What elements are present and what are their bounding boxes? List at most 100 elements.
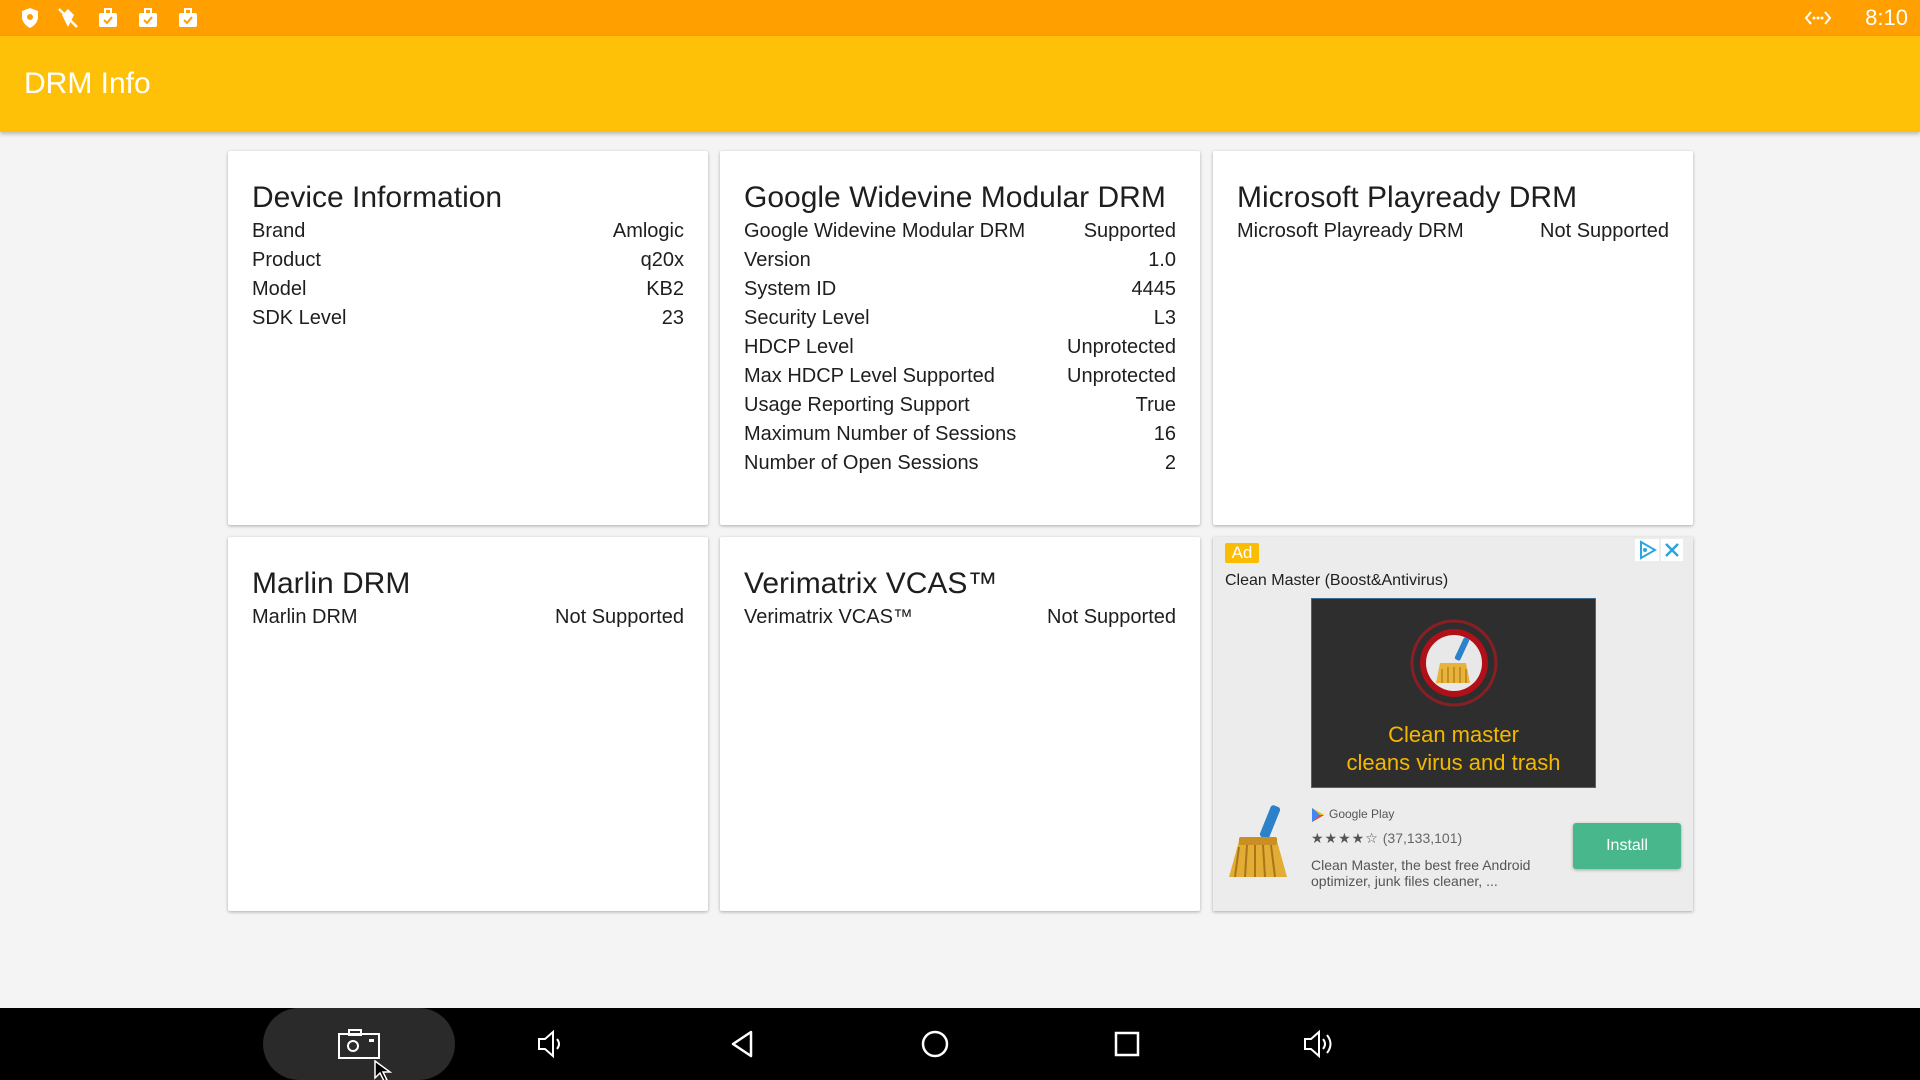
- info-row: Number of Open Sessions 2: [744, 449, 1176, 478]
- card-title: Marlin DRM: [252, 567, 411, 600]
- star-rating: ★★★★☆: [1311, 830, 1379, 846]
- row-value: Unprotected: [1067, 365, 1176, 387]
- row-label: Product: [252, 249, 321, 271]
- clean-master-logo-icon: [1410, 619, 1498, 707]
- briefcase-check-icon: [139, 8, 157, 27]
- row-value: Not Supported: [555, 606, 684, 628]
- broom-app-icon[interactable]: [1225, 803, 1293, 881]
- row-label: Version: [744, 249, 811, 271]
- info-row: Version 1.0: [744, 246, 1176, 275]
- ad-description: Clean Master, the best free Android opti…: [1311, 857, 1531, 889]
- row-value: Amlogic: [612, 220, 684, 242]
- row-label: Maximum Number of Sessions: [744, 423, 1017, 445]
- recents-button[interactable]: [1077, 1008, 1177, 1080]
- card-title: Google Widevine Modular DRM: [744, 181, 1166, 214]
- marlin-card: Marlin DRM Marlin DRM Not Supported: [228, 537, 708, 911]
- status-bar: 8:10: [0, 0, 1920, 36]
- mouse-cursor-icon: [374, 1060, 393, 1080]
- shield-icon: [22, 8, 38, 28]
- install-button[interactable]: Install: [1573, 823, 1681, 869]
- row-label: Marlin DRM: [252, 606, 358, 628]
- home-icon: [921, 1030, 949, 1058]
- device-info-card: Device Information Brand Amlogic Product q…: [228, 151, 708, 525]
- row-value: Unprotected: [1067, 336, 1176, 358]
- info-row: Model KB2: [252, 275, 684, 304]
- adchoices-icon[interactable]: [1635, 539, 1659, 561]
- card-title: Verimatrix VCAS™: [744, 567, 998, 600]
- row-label: Number of Open Sessions: [744, 452, 979, 474]
- row-value: q20x: [640, 249, 684, 271]
- row-value: 2: [1164, 452, 1176, 474]
- info-row: Microsoft Playready DRM Not Supported: [1237, 217, 1669, 246]
- playready-card: Microsoft Playready DRM Microsoft Playre…: [1213, 151, 1693, 525]
- info-row: Verimatrix VCAS™ Not Supported: [744, 603, 1176, 632]
- row-label: Max HDCP Level Supported: [744, 365, 995, 387]
- volume-down-button[interactable]: [501, 1008, 601, 1080]
- ad-banner-text: Clean master cleans virus and trash: [1312, 721, 1595, 777]
- no-location-icon: [58, 8, 78, 28]
- navigation-bar: [0, 1008, 1920, 1080]
- row-value: 16: [1153, 423, 1176, 445]
- rating-count: (37,133,101): [1382, 830, 1463, 846]
- ad-badge: Ad: [1225, 543, 1259, 563]
- row-label: System ID: [744, 278, 837, 300]
- row-value: Not Supported: [1540, 220, 1669, 242]
- row-label: Usage Reporting Support: [744, 394, 970, 416]
- row-label: Brand: [252, 220, 306, 242]
- volume-up-icon: [1304, 1029, 1332, 1059]
- home-button[interactable]: [885, 1008, 985, 1080]
- info-row: Marlin DRM Not Supported: [252, 603, 684, 632]
- info-row: Google Widevine Modular DRM Supported: [744, 217, 1176, 246]
- info-row: SDK Level 23: [252, 304, 684, 333]
- google-play-label: Google Play: [1311, 805, 1394, 823]
- info-row: HDCP Level Unprotected: [744, 333, 1176, 362]
- row-label: Google Widevine Modular DRM: [744, 220, 1026, 242]
- widevine-card: Google Widevine Modular DRM Google Widev…: [720, 151, 1200, 525]
- row-value: KB2: [646, 278, 684, 300]
- info-row: Maximum Number of Sessions 16: [744, 420, 1176, 449]
- row-value: L3: [1153, 307, 1176, 329]
- info-row: System ID 4445: [744, 275, 1176, 304]
- volume-down-icon: [538, 1029, 560, 1059]
- close-icon[interactable]: [1661, 539, 1683, 561]
- google-play-icon: [1312, 807, 1324, 822]
- ad-banner-line1: Clean master: [1388, 722, 1519, 747]
- ad-banner[interactable]: Clean master cleans virus and trash: [1311, 598, 1596, 788]
- briefcase-check-icon: [99, 8, 117, 27]
- row-value: True: [1135, 394, 1176, 416]
- back-button[interactable]: [693, 1008, 793, 1080]
- app-bar: DRM Info: [0, 36, 1920, 132]
- row-label: Microsoft Playready DRM: [1237, 220, 1464, 242]
- briefcase-check-icon: [179, 8, 197, 27]
- info-row: Max HDCP Level Supported Unprotected: [744, 362, 1176, 391]
- row-label: Security Level: [744, 307, 870, 329]
- store-name: Google Play: [1329, 807, 1395, 821]
- status-time: 8:10: [1865, 5, 1908, 30]
- recents-icon: [1114, 1031, 1140, 1057]
- back-icon: [731, 1030, 753, 1058]
- verimatrix-card: Verimatrix VCAS™ Verimatrix VCAS™ Not Sup…: [720, 537, 1200, 911]
- ethernet-icon: [1804, 11, 1832, 25]
- ad-card[interactable]: Ad Clean Master (Boost&Antivirus) Clean …: [1213, 537, 1693, 911]
- row-label: Verimatrix VCAS™: [744, 606, 913, 628]
- row-value: 4445: [1131, 278, 1177, 300]
- ad-rating: ★★★★☆ (37,133,101): [1311, 829, 1462, 847]
- row-label: HDCP Level: [744, 336, 854, 358]
- info-row: Usage Reporting Support True: [744, 391, 1176, 420]
- row-value: Supported: [1083, 220, 1176, 242]
- app-title: DRM Info: [24, 67, 151, 100]
- row-label: SDK Level: [252, 307, 347, 329]
- card-title: Microsoft Playready DRM: [1237, 181, 1578, 214]
- row-label: Model: [252, 278, 307, 300]
- info-row: Product q20x: [252, 246, 684, 275]
- volume-up-button[interactable]: [1269, 1008, 1369, 1080]
- info-row: Brand Amlogic: [252, 217, 684, 246]
- row-value: 1.0: [1148, 249, 1176, 271]
- screenshot-icon: [338, 1029, 380, 1059]
- card-title: Device Information: [252, 181, 503, 214]
- info-row: Security Level L3: [744, 304, 1176, 333]
- row-value: Not Supported: [1047, 606, 1176, 628]
- row-value: 23: [661, 307, 684, 329]
- ad-banner-line2: cleans virus and trash: [1346, 750, 1561, 775]
- ad-title[interactable]: Clean Master (Boost&Antivirus): [1225, 571, 1448, 591]
